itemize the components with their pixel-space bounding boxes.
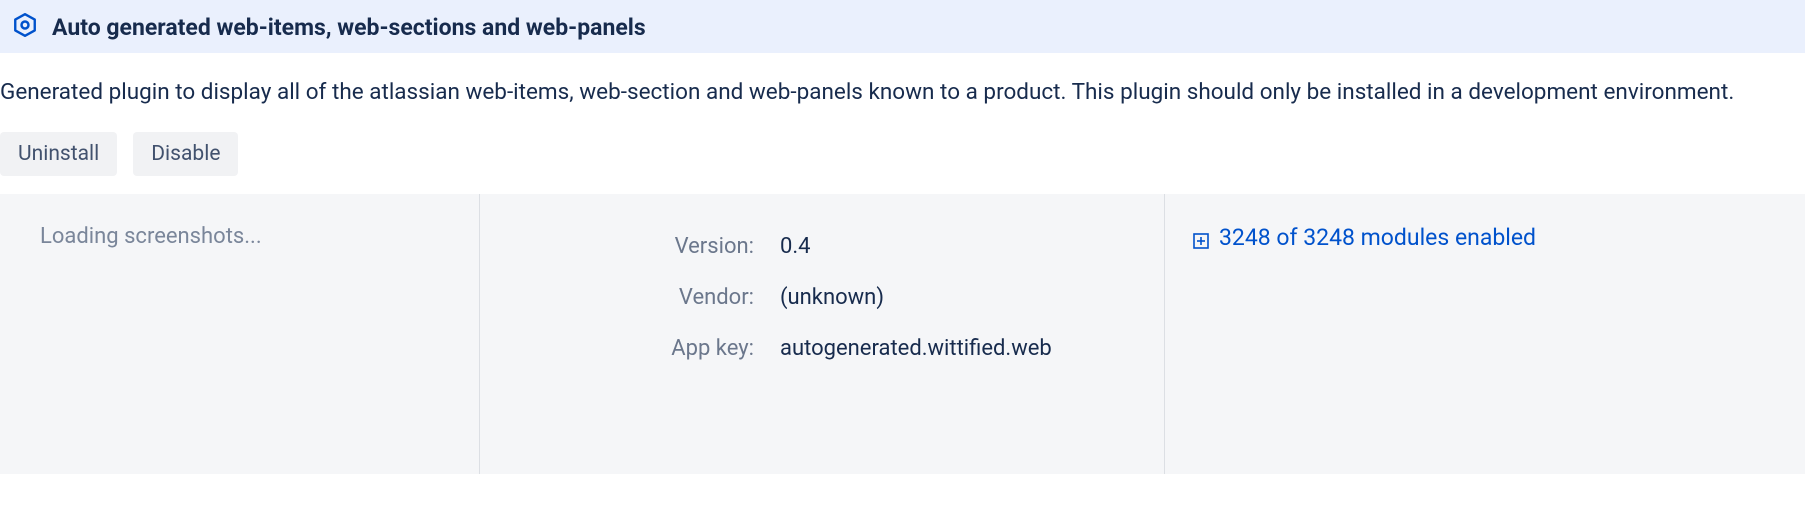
expand-icon	[1193, 228, 1209, 255]
vendor-row: Vendor: (unknown)	[520, 285, 1124, 310]
details-panel: Loading screenshots... Version: 0.4 Vend…	[0, 194, 1805, 474]
disable-button[interactable]: Disable	[133, 132, 238, 176]
modules-enabled-link[interactable]: 3248 of 3248 modules enabled	[1193, 224, 1536, 255]
plugin-header: Auto generated web-items, web-sections a…	[0, 0, 1805, 53]
details-column: Version: 0.4 Vendor: (unknown) App key: …	[480, 194, 1165, 474]
loading-screenshots-text: Loading screenshots...	[40, 224, 262, 249]
action-buttons: Uninstall Disable	[0, 126, 1805, 194]
vendor-value: (unknown)	[780, 285, 884, 310]
appkey-row: App key: autogenerated.wittified.web	[520, 336, 1124, 361]
version-row: Version: 0.4	[520, 234, 1124, 259]
screenshots-column: Loading screenshots...	[0, 194, 480, 474]
version-label: Version:	[520, 234, 780, 259]
version-value: 0.4	[780, 234, 811, 259]
appkey-value: autogenerated.wittified.web	[780, 336, 1052, 361]
plugin-description: Generated plugin to display all of the a…	[0, 53, 1805, 126]
page-title: Auto generated web-items, web-sections a…	[52, 14, 646, 41]
uninstall-button[interactable]: Uninstall	[0, 132, 117, 176]
modules-link-text: 3248 of 3248 modules enabled	[1219, 224, 1536, 251]
appkey-label: App key:	[520, 336, 780, 361]
plugin-icon	[12, 12, 38, 43]
modules-column: 3248 of 3248 modules enabled	[1165, 194, 1805, 474]
vendor-label: Vendor:	[520, 285, 780, 310]
